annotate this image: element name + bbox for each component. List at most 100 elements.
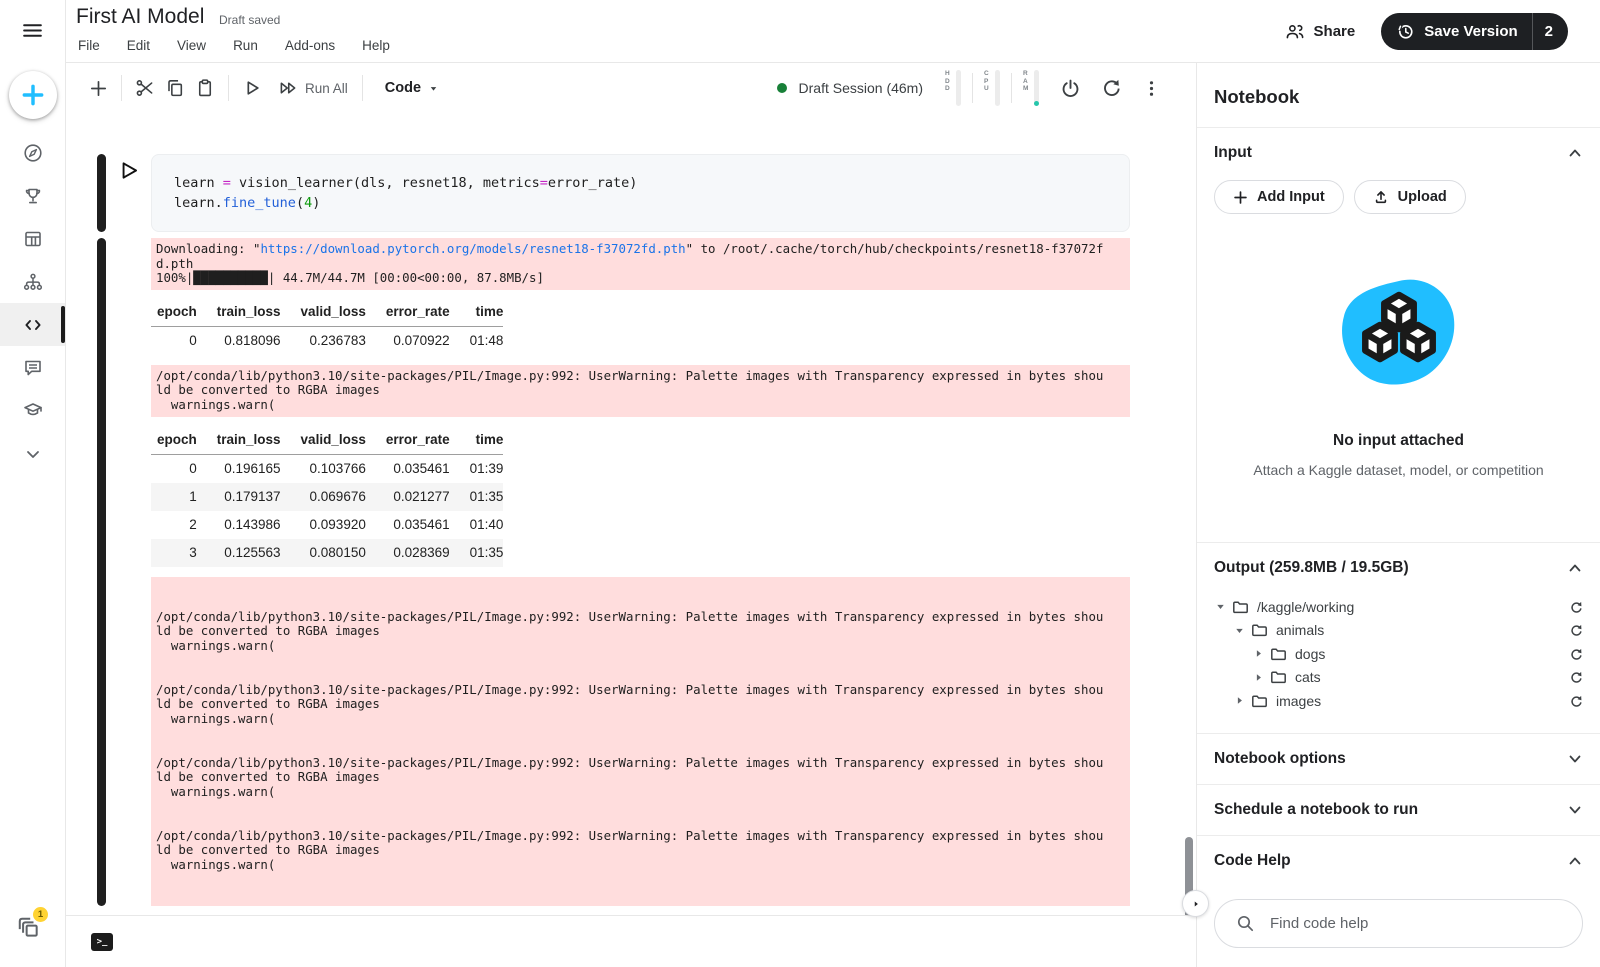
cpu-gauge [995,70,1000,106]
share-people-icon [1285,22,1305,42]
panel-title: Notebook [1197,63,1600,127]
refresh-icon[interactable] [1569,647,1583,661]
notebook-options-header[interactable]: Notebook options [1197,734,1600,784]
history-clock-icon [1396,22,1415,41]
tree-row-dogs[interactable]: dogs [1214,642,1583,666]
refresh-icon[interactable] [1569,670,1583,684]
menu-edit[interactable]: Edit [127,38,150,53]
version-count[interactable]: 2 [1533,23,1568,40]
menu-file[interactable]: File [78,38,100,53]
refresh-icon[interactable] [1569,623,1583,637]
run-cell-icon[interactable] [237,73,267,103]
sitemap-icon [22,271,44,293]
graduation-cap-icon [22,400,44,422]
ram-meter: RAM [1023,70,1039,106]
cell-type-label: Code [385,80,421,96]
run-all-label[interactable]: Run All [305,81,348,96]
empty-state-subtitle: Attach a Kaggle dataset, model, or compe… [1197,462,1600,478]
sidebar-item-discussions[interactable] [0,346,65,389]
paste-cell-icon[interactable] [190,73,220,103]
cut-cell-icon[interactable] [130,73,160,103]
copy-cell-icon[interactable] [160,73,190,103]
code-editor[interactable]: learn = vision_learner(dls, resnet18, me… [151,154,1130,232]
power-icon[interactable] [1055,73,1086,104]
active-sessions-button[interactable]: 1 [16,915,42,941]
chevron-down-icon[interactable] [1567,751,1583,767]
chevron-up-icon[interactable] [1567,560,1583,576]
menu-help[interactable]: Help [362,38,390,53]
tree-row-animals[interactable]: animals [1214,619,1583,643]
menu-run[interactable]: Run [233,38,258,53]
caret-down-icon[interactable] [1214,600,1232,613]
trophy-icon [22,185,44,207]
output-file-tree: /kaggle/working animals dogs cats images [1197,593,1600,733]
create-button[interactable] [9,71,57,119]
schedule-section-header[interactable]: Schedule a notebook to run [1197,785,1600,835]
kebab-menu-icon[interactable] [1137,74,1166,103]
caret-down-icon[interactable] [1233,624,1251,637]
output-section-header[interactable]: Output (259.8MB / 19.5GB) [1197,543,1600,593]
output-focus-bar[interactable] [97,238,106,906]
cell-type-dropdown[interactable]: Code [385,80,439,96]
table-row: 10.1791370.0696760.02127701:35 [151,483,503,511]
toolbar-divider [228,75,229,101]
tree-row-kaggle-working[interactable]: /kaggle/working [1214,595,1583,619]
caret-right-icon[interactable] [1252,671,1270,684]
toolbar-divider [121,75,122,101]
code-help-search-input[interactable] [1270,915,1550,932]
code-help-title: Code Help [1214,852,1291,870]
userwarning-log-repeated: /opt/conda/lib/python3.10/site-packages/… [151,577,1130,906]
sidebar-item-home[interactable] [0,131,65,174]
download-url-link[interactable]: https://download.pytorch.org/models/resn… [260,241,685,256]
sidebar-item-code[interactable] [0,303,65,346]
menu-view[interactable]: View [177,38,206,53]
cell-focus-bar[interactable] [97,154,106,232]
table-row: 00.8180960.2367830.07092201:48 [151,326,503,355]
download-log: Downloading: "https://download.pytorch.o… [151,238,1130,290]
run-this-cell-icon[interactable] [120,161,139,180]
restart-session-icon[interactable] [1096,73,1127,104]
datasets-cubes-icon [1335,276,1463,394]
refresh-icon[interactable] [1569,600,1583,614]
code-help-search[interactable] [1214,899,1583,948]
table-row: 20.1439860.0939200.03546101:40 [151,511,503,539]
input-section-header[interactable]: Input [1197,128,1600,178]
caret-right-icon[interactable] [1252,647,1270,660]
code-help-header[interactable]: Code Help [1197,836,1600,886]
chevron-down-icon[interactable] [1567,802,1583,818]
terminal-icon[interactable]: >_ [91,933,113,951]
notebook-toolbar: Run All Code Draft Session (46m) HDD CPU… [66,63,1196,113]
chevron-up-icon[interactable] [1567,145,1583,161]
code-line-1: learn = vision_learner(dls, resnet18, me… [174,173,1107,193]
chevron-up-icon[interactable] [1567,853,1583,869]
save-version-button[interactable]: Save Version 2 [1381,13,1568,50]
notebook-title[interactable]: First AI Model [76,5,204,29]
upload-button[interactable]: Upload [1354,180,1466,214]
add-cell-icon[interactable] [84,74,113,103]
caret-right-icon[interactable] [1233,694,1251,707]
add-input-button[interactable]: Add Input [1214,180,1344,214]
tree-row-images[interactable]: images [1214,689,1583,713]
chevron-down-icon [22,443,44,465]
plus-icon [1233,190,1248,205]
panel-collapse-button[interactable] [1182,890,1209,917]
sidebar-item-datasets[interactable] [0,217,65,260]
tree-label: /kaggle/working [1257,599,1354,615]
sidebar-item-competitions[interactable] [0,174,65,217]
left-nav-rail: 1 [0,0,66,967]
hamburger-menu-icon[interactable] [21,19,44,42]
sidebar-item-more[interactable] [0,432,65,475]
code-line-2: learn.fine_tune(4) [174,193,1107,213]
ram-gauge [1034,70,1039,106]
code-icon [22,314,44,336]
sidebar-item-learn[interactable] [0,389,65,432]
run-all-icon[interactable] [273,73,303,103]
ram-label: RAM [1023,70,1031,93]
sidebar-item-models[interactable] [0,260,65,303]
folder-icon [1270,646,1286,662]
share-button[interactable]: Share [1285,22,1356,42]
refresh-icon[interactable] [1569,694,1583,708]
session-label: Draft Session (46m) [799,80,923,96]
tree-row-cats[interactable]: cats [1214,666,1583,690]
menu-addons[interactable]: Add-ons [285,38,335,53]
